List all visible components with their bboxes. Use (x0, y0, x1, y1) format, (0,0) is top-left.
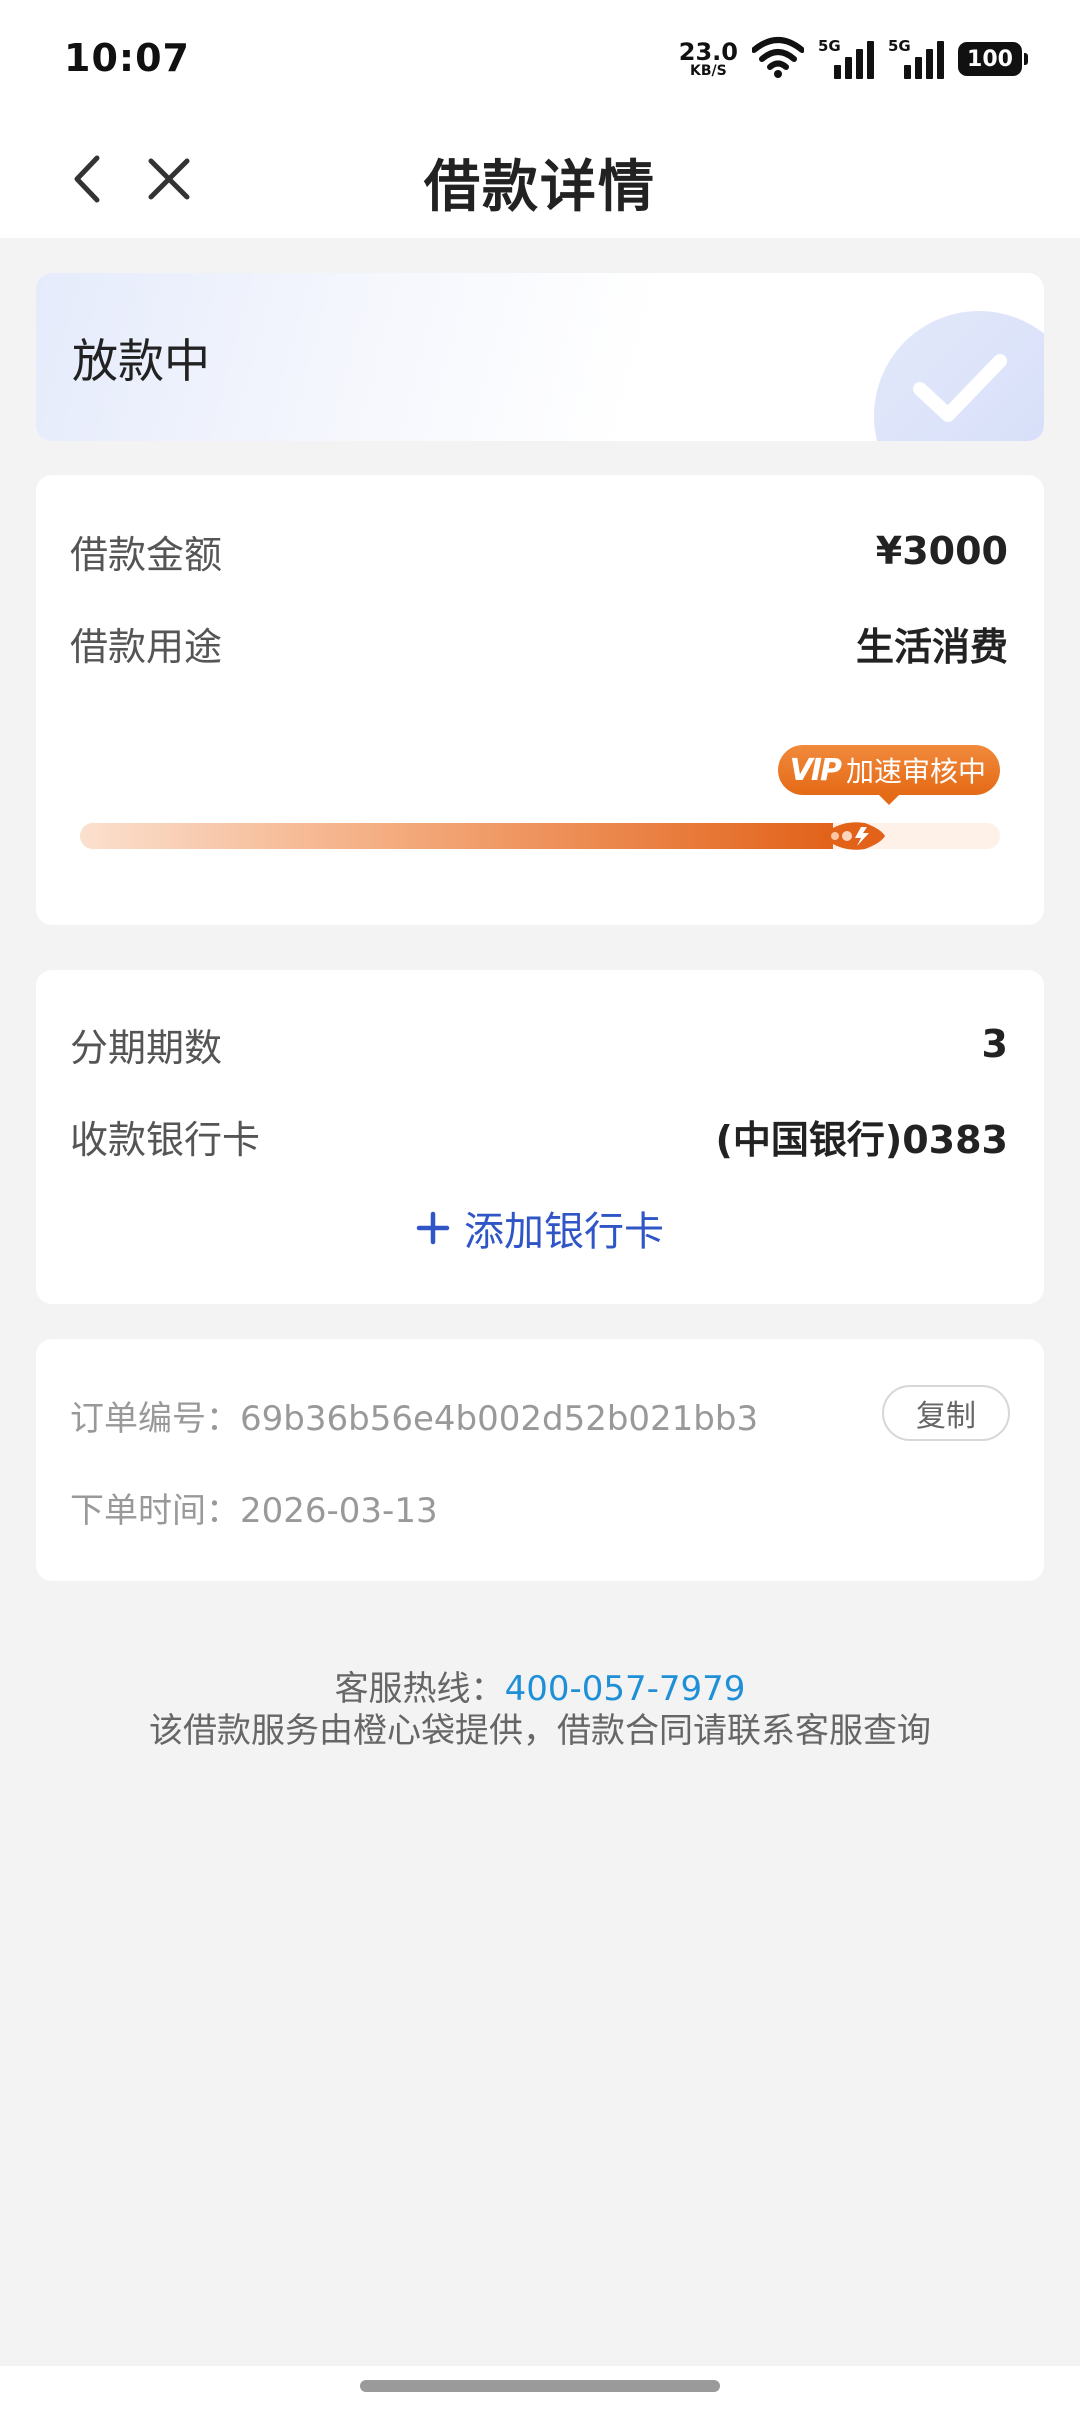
loan-purpose-value: 生活消费 (855, 624, 1008, 669)
battery-level: 100 (967, 46, 1013, 72)
footer: 客服热线：400-057-7979 该借款服务由橙心袋提供，借款合同请联系客服查… (0, 1668, 1080, 1752)
add-bank-card-button[interactable]: 添加银行卡 (36, 1198, 1044, 1258)
hotline-number-link[interactable]: 400-057-7979 (505, 1669, 746, 1709)
wifi-icon (751, 36, 805, 82)
loan-amount-value: ¥3000 (875, 529, 1008, 573)
network-speed-value: 23.0 (678, 38, 738, 66)
loan-info-card: 借款金额 ¥3000 借款用途 生活消费 VIP 加速审核中 (36, 475, 1044, 925)
plus-icon (416, 1211, 450, 1245)
add-bank-card-label: 添加银行卡 (464, 1209, 664, 1255)
service-notice: 该借款服务由橙心袋提供，借款合同请联系客服查询 (149, 1711, 931, 1751)
battery-icon: 100 (958, 42, 1028, 76)
nav-bar: 借款详情 (0, 120, 1080, 238)
signal-icon: 5G (818, 37, 874, 81)
vip-mark: VIP (789, 752, 842, 788)
order-time-value: 2026-03-13 (240, 1491, 438, 1531)
order-number: 订单编号：69b36b56e4b002d52b021bb3 (70, 1391, 758, 1440)
installments-value: 3 (981, 1022, 1008, 1066)
repayment-card: 分期期数 3 收款银行卡 (中国银行)0383 添加银行卡 (36, 970, 1044, 1304)
bank-card-label: 收款银行卡 (70, 1117, 261, 1162)
order-number-label: 订单编号： (70, 1399, 240, 1439)
review-progress: VIP 加速审核中 (80, 745, 1000, 855)
progress-track (80, 822, 1000, 850)
status-bar: 10:07 23.0 KB/S 5G 5G 100 (0, 0, 1080, 120)
installments-label: 分期期数 (70, 1025, 223, 1070)
home-indicator (0, 2366, 1080, 2412)
hotline: 客服热线：400-057-7979 (0, 1668, 1080, 1710)
network-speed: 23.0 KB/S (679, 40, 738, 78)
copy-button[interactable]: 复制 (882, 1385, 1010, 1441)
bank-card-value: (中国银行)0383 (715, 1117, 1009, 1162)
order-info-card: 订单编号：69b36b56e4b002d52b021bb3 复制 下单时间：20… (36, 1339, 1044, 1581)
loan-status-card: 放款中 (36, 273, 1044, 441)
check-circle-icon (874, 311, 1044, 441)
order-number-value: 69b36b56e4b002d52b021bb3 (240, 1399, 759, 1439)
status-time: 10:07 (64, 36, 190, 80)
vip-review-badge: VIP 加速审核中 (777, 745, 1000, 805)
installments-row: 分期期数 3 (70, 1014, 1008, 1074)
progress-fill (80, 823, 833, 849)
status-icons: 23.0 KB/S 5G 5G 100 (679, 34, 1028, 84)
vip-badge-text: 加速审核中 (845, 755, 986, 788)
order-time-label: 下单时间： (70, 1491, 240, 1531)
loan-amount-label: 借款金额 (70, 532, 223, 577)
loan-status: 放款中 (72, 334, 210, 388)
hotline-label: 客服热线： (334, 1669, 505, 1709)
page-title: 借款详情 (424, 155, 656, 220)
loan-purpose-label: 借款用途 (70, 624, 223, 669)
loan-purpose-row: 借款用途 生活消费 (70, 613, 1008, 673)
loan-amount-row: 借款金额 ¥3000 (70, 521, 1008, 581)
bank-card-row[interactable]: 收款银行卡 (中国银行)0383 (70, 1106, 1008, 1166)
home-indicator-bar[interactable] (360, 2380, 720, 2392)
rocket-icon (821, 813, 885, 859)
order-time: 下单时间：2026-03-13 (70, 1483, 438, 1532)
network-speed-unit: KB/S (690, 63, 727, 79)
signal-icon: 5G (888, 37, 944, 81)
